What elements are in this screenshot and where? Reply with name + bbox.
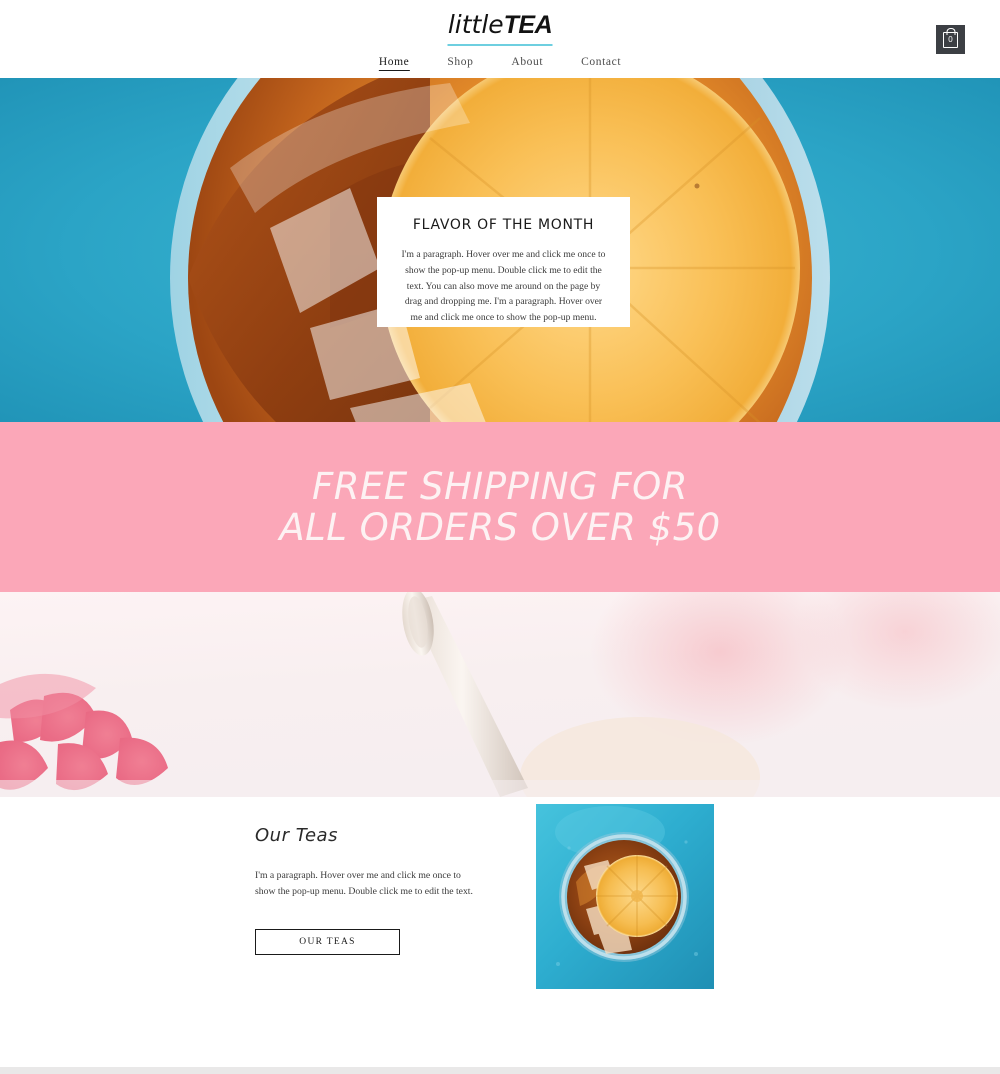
our-teas-product-image[interactable] (536, 804, 714, 989)
our-teas-section: Our Teas I'm a paragraph. Hover over me … (0, 797, 1000, 1035)
site-logo[interactable]: littleTEA (447, 12, 553, 46)
shopping-bag-icon: 0 (943, 31, 958, 48)
nav-item-home[interactable]: Home (378, 56, 410, 71)
nav-item-about[interactable]: About (511, 56, 543, 71)
site-header: littleTEA Home Shop About Contact 0 (0, 0, 1000, 78)
hero-section: FLAVOR OF THE MONTH I'm a paragraph. Hov… (0, 78, 1000, 422)
banner-line-2: ALL ORDERS OVER $50 (279, 506, 721, 549)
cart-button[interactable]: 0 (936, 25, 965, 54)
our-teas-body: I'm a paragraph. Hover over me and click… (255, 870, 473, 898)
footer-spacer (0, 1035, 1000, 1067)
banner-text: FREE SHIPPING FOR ALL ORDERS OVER $50 (279, 464, 721, 549)
pale-decorative-band (0, 592, 1000, 797)
logo-underline (447, 44, 553, 46)
cart-count: 0 (948, 35, 953, 44)
logo-text-thin: little (447, 10, 504, 39)
nav-item-contact[interactable]: Contact (581, 56, 621, 71)
our-teas-button[interactable]: OUR TEAS (255, 928, 400, 955)
our-teas-title: Our Teas (255, 825, 338, 846)
hero-card-title: FLAVOR OF THE MONTH (412, 217, 595, 233)
logo-text-bold: TEA (503, 11, 553, 39)
our-teas-text-block: Our Teas I'm a paragraph. Hover over me … (255, 825, 480, 955)
banner-line-1: FREE SHIPPING FOR (311, 464, 688, 508)
free-shipping-banner: FREE SHIPPING FOR ALL ORDERS OVER $50 (0, 422, 1000, 592)
logo-text: littleTEA (448, 12, 553, 38)
nav-item-shop[interactable]: Shop (447, 56, 473, 71)
site-footer: littleTEA home shop about contact (0, 1067, 1000, 1074)
main-navigation: Home Shop About Contact (378, 56, 621, 71)
flavor-of-the-month-card: FLAVOR OF THE MONTH I'm a paragraph. Hov… (377, 197, 630, 327)
pale-background-image (0, 592, 1000, 797)
iced-tea-photo (536, 804, 714, 989)
hero-card-body: I'm a paragraph. Hover over me and click… (401, 249, 606, 324)
